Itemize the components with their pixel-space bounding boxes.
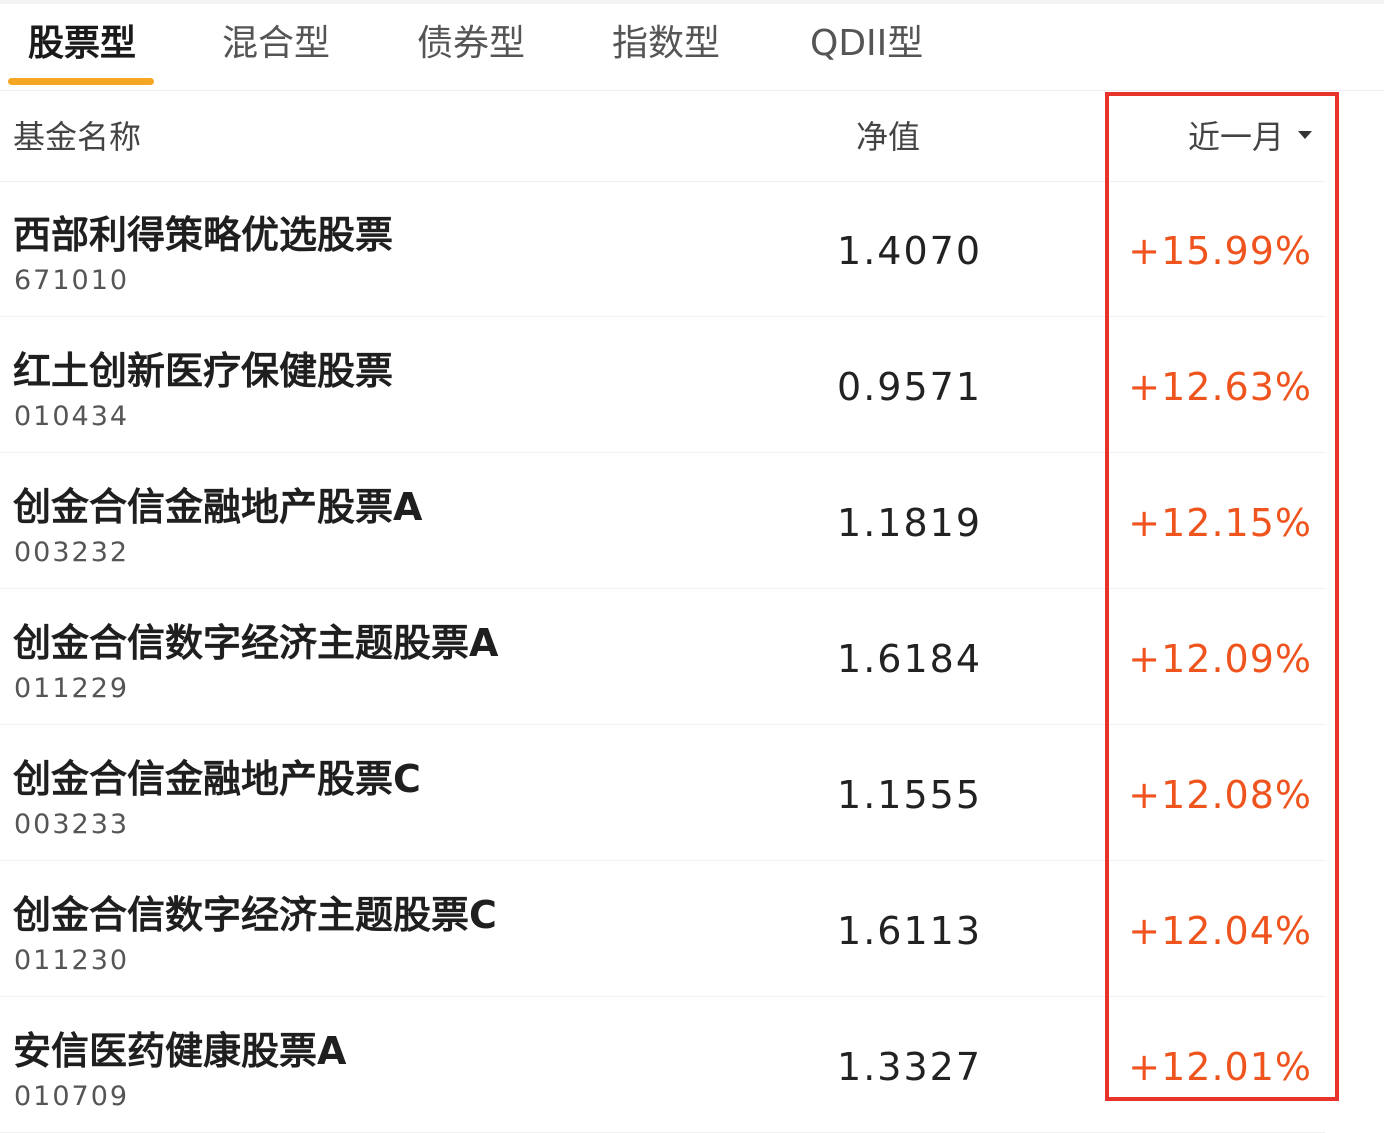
header-fund-name: 基金名称 bbox=[13, 118, 142, 156]
fund-code: 003232 bbox=[14, 537, 130, 568]
fund-code: 671010 bbox=[14, 265, 130, 296]
fund-type-tabs: 股票型 混合型 债券型 指数型 QDII型 bbox=[0, 4, 1384, 91]
fund-nav: 1.4070 bbox=[837, 229, 982, 273]
fund-change: +12.08% bbox=[1128, 773, 1312, 817]
fund-name: 红土创新医疗保健股票 bbox=[13, 349, 394, 393]
fund-change: +12.01% bbox=[1128, 1045, 1312, 1089]
fund-name: 创金合信金融地产股票A bbox=[13, 485, 423, 529]
active-tab-indicator bbox=[8, 78, 154, 85]
header-period-sort[interactable]: 近一月 bbox=[1188, 117, 1312, 157]
table-row[interactable]: 创金合信金融地产股票A 003232 1.1819 +12.15% bbox=[0, 453, 1325, 589]
tab-qdii[interactable]: QDII型 bbox=[810, 22, 923, 66]
fund-change: +12.15% bbox=[1128, 501, 1312, 545]
tab-bond[interactable]: 债券型 bbox=[417, 22, 525, 66]
table-row[interactable]: 创金合信数字经济主题股票C 011230 1.6113 +12.04% bbox=[0, 861, 1325, 997]
caret-down-icon bbox=[1298, 131, 1312, 139]
fund-name: 西部利得策略优选股票 bbox=[13, 213, 394, 257]
fund-name: 创金合信数字经济主题股票C bbox=[13, 893, 497, 937]
fund-name: 安信医药健康股票A bbox=[13, 1029, 347, 1073]
table-row[interactable]: 安信医药健康股票A 010709 1.3327 +12.01% bbox=[0, 997, 1325, 1133]
fund-nav: 0.9571 bbox=[837, 365, 982, 409]
fund-change: +12.09% bbox=[1128, 637, 1312, 681]
fund-nav: 1.1555 bbox=[837, 773, 982, 817]
fund-change: +12.04% bbox=[1128, 909, 1312, 953]
fund-code: 011229 bbox=[14, 673, 130, 704]
fund-nav: 1.1819 bbox=[837, 501, 982, 545]
fund-code: 003233 bbox=[14, 809, 130, 840]
fund-code: 010709 bbox=[14, 1081, 130, 1112]
fund-nav: 1.6113 bbox=[837, 909, 982, 953]
table-row[interactable]: 红土创新医疗保健股票 010434 0.9571 +12.63% bbox=[0, 317, 1325, 453]
fund-nav: 1.6184 bbox=[837, 637, 982, 681]
fund-change: +15.99% bbox=[1128, 229, 1312, 273]
fund-change: +12.63% bbox=[1128, 365, 1312, 409]
tab-index[interactable]: 指数型 bbox=[612, 22, 720, 66]
fund-list: 西部利得策略优选股票 671010 1.4070 +15.99% 红土创新医疗保… bbox=[0, 181, 1325, 1133]
fund-code: 010434 bbox=[14, 401, 130, 432]
table-row[interactable]: 创金合信数字经济主题股票A 011229 1.6184 +12.09% bbox=[0, 589, 1325, 725]
table-row[interactable]: 西部利得策略优选股票 671010 1.4070 +15.99% bbox=[0, 181, 1325, 317]
fund-code: 011230 bbox=[14, 945, 130, 976]
table-row[interactable]: 创金合信金融地产股票C 003233 1.1555 +12.08% bbox=[0, 725, 1325, 861]
fund-name: 创金合信数字经济主题股票A bbox=[13, 621, 499, 665]
fund-nav: 1.3327 bbox=[837, 1045, 982, 1089]
tab-stock[interactable]: 股票型 bbox=[28, 22, 136, 66]
header-nav: 净值 bbox=[856, 118, 921, 156]
tab-hybrid[interactable]: 混合型 bbox=[222, 22, 330, 66]
table-header: 基金名称 净值 近一月 bbox=[0, 91, 1325, 182]
header-period-label: 近一月 bbox=[1187, 118, 1284, 156]
fund-name: 创金合信金融地产股票C bbox=[13, 757, 421, 801]
